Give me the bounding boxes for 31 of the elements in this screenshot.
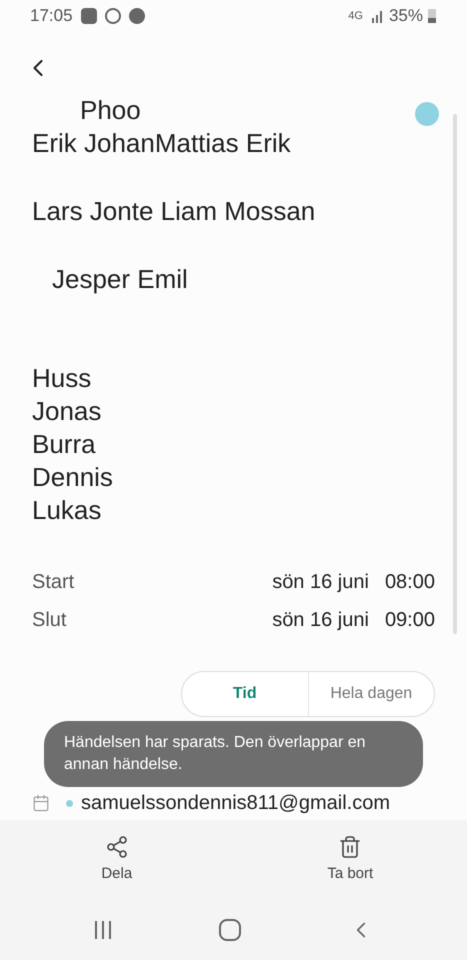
title-line: Burra [32,428,97,461]
title-line: Phoo [79,94,142,127]
status-time: 17:05 [30,5,73,28]
mode-tab[interactable]: Tid [182,672,308,716]
title-line: Lars Jonte Liam Mossan [32,195,316,228]
title-line: Jesper Emil [51,263,189,296]
title-line: Jonas [32,395,102,428]
time-value[interactable]: 09:00 [384,605,435,635]
title-line: Erik JohanMattias Erik [32,127,292,160]
toast-message: Händelsen har sparats. Den överlappar en annan händelse. [44,721,423,787]
title-line: Lukas [32,494,102,527]
calendar-icon [32,794,50,812]
title-line: Huss [32,362,92,395]
date-value[interactable]: sön 16 juni [272,605,369,635]
battery-level: 35% [388,5,423,28]
signal-icon [370,9,385,23]
share-icon [104,834,129,859]
time-value[interactable]: 08:00 [384,567,435,597]
time-label: Slut [32,608,68,633]
trash-icon [338,834,362,859]
delete-button[interactable]: Ta bort [234,834,467,886]
home-icon[interactable] [219,919,242,941]
network-label: 4G [348,8,363,24]
share-button[interactable]: Dela [0,834,234,886]
battery-icon [427,8,437,24]
title-line: Dennis [32,461,114,494]
mode-tab[interactable]: Hela dagen [308,672,434,716]
date-value[interactable]: sön 16 juni [272,567,369,597]
recent-apps-icon[interactable] [93,921,114,939]
account-email: samuelssondennis811@gmail.com [81,791,390,816]
time-label: Start [32,570,76,595]
